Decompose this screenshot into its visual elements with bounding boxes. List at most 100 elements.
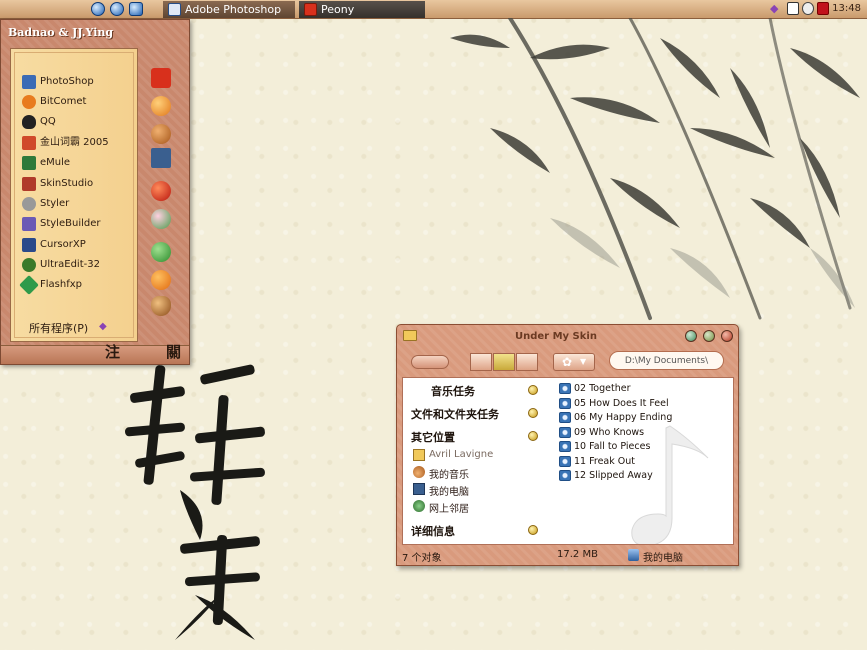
taskbar-item-peony[interactable]: Peony — [299, 1, 425, 18]
messenger-icon[interactable] — [110, 2, 124, 16]
status-bar: 7 个对象 17.2 MB 我的电脑 — [402, 547, 734, 564]
menu-item-label: UltraEdit-32 — [40, 259, 100, 270]
file-item[interactable]: 12 Slipped Away — [559, 469, 653, 482]
bitcomet-icon — [22, 95, 36, 109]
boat-icon[interactable] — [151, 296, 171, 316]
back-button[interactable] — [411, 355, 449, 369]
options-gear-button[interactable]: ✿ ▼ — [553, 353, 595, 371]
media-player-icon[interactable] — [91, 2, 105, 16]
view-details-button[interactable] — [516, 353, 538, 371]
menu-item-label: 金山词霸 2005 — [40, 137, 109, 148]
file-item[interactable]: 05 How Does It Feel — [559, 397, 669, 410]
audio-file-icon — [559, 470, 571, 481]
view-list-button[interactable] — [493, 353, 515, 371]
expand-toggle-icon[interactable] — [528, 408, 538, 418]
arrow-right-icon: ◆ — [99, 321, 107, 332]
menu-item-photoshop[interactable]: PhotoShop — [22, 74, 134, 91]
gourd-icon[interactable] — [151, 242, 171, 262]
taskbar-item-photoshop[interactable]: Adobe Photoshop — [163, 1, 295, 18]
menu-item-ultraedit[interactable]: UltraEdit-32 — [22, 257, 134, 274]
place-item-my-music[interactable]: 我的音乐 — [413, 466, 469, 481]
file-item[interactable]: 06 My Happy Ending — [559, 411, 672, 424]
expand-toggle-icon[interactable] — [528, 431, 538, 441]
bamboo-painting — [450, 18, 860, 320]
audio-file-icon — [559, 398, 571, 409]
tray-skull-icon[interactable] — [787, 2, 799, 15]
qq-penguin-icon — [22, 115, 36, 129]
menu-item-styler[interactable]: Styler — [22, 196, 134, 213]
stylebuilder-icon — [22, 217, 36, 231]
browser-icon[interactable] — [129, 2, 143, 16]
status-location: 我的电脑 — [628, 549, 683, 564]
menu-item-flashfxp[interactable]: Flashfxp — [19, 275, 134, 295]
lute-icon[interactable] — [151, 124, 171, 144]
orange-fruit-icon[interactable] — [151, 270, 171, 290]
place-item-avril-lavigne[interactable]: Avril Lavigne — [413, 449, 493, 461]
emule-icon — [22, 156, 36, 170]
menu-item-emule[interactable]: eMule — [22, 155, 134, 172]
flashfxp-icon — [19, 275, 39, 295]
tray-panda-icon[interactable] — [802, 2, 814, 15]
menu-item-bitcomet[interactable]: BitComet — [22, 94, 134, 111]
orange-fruit-icon[interactable] — [151, 96, 171, 116]
shutdown-button[interactable]: 關 — [166, 341, 181, 362]
tray-kaspersky-icon[interactable] — [817, 2, 829, 15]
window-title: Under My Skin — [515, 331, 597, 342]
menu-item-label: eMule — [40, 157, 71, 168]
file-name: 06 My Happy Ending — [574, 412, 673, 423]
file-item[interactable]: 02 Together — [559, 382, 630, 395]
menu-item-label: CursorXP — [40, 239, 86, 250]
start-menu-footer — [1, 345, 189, 364]
menu-item-cursorxp[interactable]: CursorXP — [22, 237, 134, 254]
red-box-icon[interactable] — [151, 68, 171, 88]
logoff-button[interactable]: 注 — [105, 341, 120, 362]
expand-toggle-icon[interactable] — [528, 525, 538, 535]
gear-icon: ✿ — [562, 355, 573, 369]
lantern-icon[interactable] — [151, 181, 171, 201]
menu-item-skinstudio[interactable]: SkinStudio — [22, 176, 134, 193]
taskbar-clock[interactable]: 13:48 — [832, 3, 861, 14]
close-button[interactable] — [721, 330, 733, 342]
file-item[interactable]: 09 Who Knows — [559, 426, 644, 439]
lotus-icon[interactable] — [151, 209, 171, 229]
task-section-music[interactable]: 音乐任务 — [403, 383, 548, 399]
menu-item-kingsoft[interactable]: 金山词霸 2005 — [22, 135, 134, 152]
minimize-button[interactable] — [685, 330, 697, 342]
file-item[interactable]: 11 Freak Out — [559, 455, 635, 468]
taskbar-item-label: Peony — [321, 3, 355, 16]
audio-file-icon — [559, 441, 571, 452]
task-section-details[interactable]: 详细信息 — [403, 523, 548, 539]
photoshop-icon — [168, 3, 181, 16]
menu-item-label: Styler — [40, 198, 70, 209]
menu-item-qq[interactable]: QQ — [22, 114, 134, 131]
styler-icon — [22, 197, 36, 211]
explorer-window: Under My Skin ✿ ▼ 音乐任务 文件和文件夹任务 其它位置 Avr… — [396, 324, 739, 566]
audio-file-icon — [559, 383, 571, 394]
menu-item-label: SkinStudio — [40, 178, 94, 189]
maximize-button[interactable] — [703, 330, 715, 342]
menu-item-label: QQ — [40, 116, 56, 127]
address-input[interactable] — [609, 351, 724, 370]
place-item-my-computer[interactable]: 我的电脑 — [413, 483, 469, 498]
all-programs-button[interactable]: 所有程序(P) — [29, 320, 88, 336]
file-name: 02 Together — [574, 383, 631, 394]
tray-diamond-icon[interactable]: ◆ — [770, 2, 782, 15]
file-name: 12 Slipped Away — [574, 470, 653, 481]
music-folder-icon — [413, 466, 425, 478]
status-object-count: 7 个对象 — [402, 553, 442, 564]
view-thumbnails-button[interactable] — [470, 353, 492, 371]
menu-item-label: Flashfxp — [40, 279, 82, 290]
status-total-size: 17.2 MB — [557, 549, 598, 560]
place-item-network[interactable]: 网上邻居 — [413, 500, 469, 515]
expand-toggle-icon[interactable] — [528, 385, 538, 395]
audio-file-icon — [559, 412, 571, 423]
task-section-files[interactable]: 文件和文件夹任务 — [403, 406, 548, 422]
monitor-icon[interactable] — [151, 148, 171, 168]
skinstudio-icon — [22, 177, 36, 191]
calligraphy-art — [125, 364, 265, 640]
task-section-other-places[interactable]: 其它位置 — [403, 429, 548, 445]
menu-item-label: StyleBuilder — [40, 218, 101, 229]
file-item[interactable]: 10 Fall to Pieces — [559, 440, 650, 453]
file-name: 10 Fall to Pieces — [574, 441, 651, 452]
menu-item-stylebuilder[interactable]: StyleBuilder — [22, 216, 134, 233]
